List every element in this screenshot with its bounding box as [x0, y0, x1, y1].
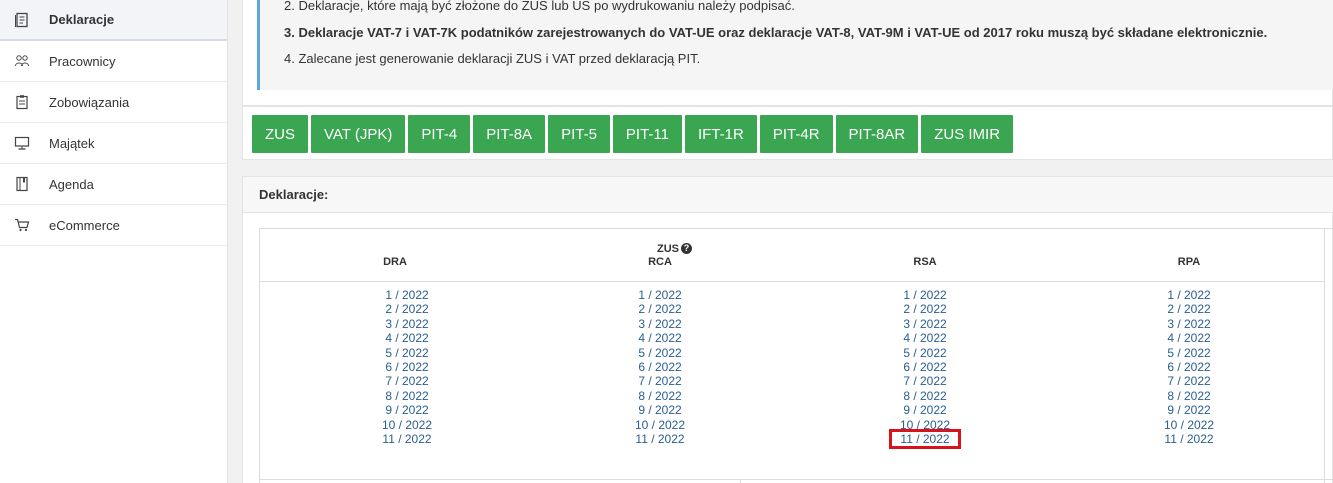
info-box: 2. Deklaracje, które mają być złożone do… — [257, 0, 1333, 90]
declaration-link[interactable]: 1 / 2022 — [865, 288, 985, 302]
declaration-link[interactable]: 9 / 2022 — [1129, 403, 1249, 417]
column-rca: 1 / 2022 2 / 2022 3 / 2022 4 / 2022 5 / … — [600, 288, 720, 446]
declaration-link[interactable]: 5 / 2022 — [865, 346, 985, 360]
sidebar-item-ecommerce[interactable]: eCommerce — [0, 205, 227, 246]
declaration-link[interactable]: 6 / 2022 — [600, 360, 720, 374]
pit-4-button[interactable]: PIT-4 — [408, 115, 471, 153]
declaration-link[interactable]: 5 / 2022 — [600, 346, 720, 360]
column-rpa: 1 / 2022 2 / 2022 3 / 2022 4 / 2022 5 / … — [1129, 288, 1249, 446]
column-rsa: 1 / 2022 2 / 2022 3 / 2022 4 / 2022 5 / … — [865, 288, 985, 450]
sidebar-item-agenda[interactable]: Agenda — [0, 164, 227, 205]
declarations-table: ZUS? DRA RCA RSA RPA 1 / 2022 2 / 2022 3… — [259, 228, 1333, 483]
info-line-3: 3. Deklaracje VAT-7 i VAT-7K podatników … — [284, 25, 1268, 40]
declaration-link[interactable]: 1 / 2022 — [347, 288, 467, 302]
document-icon — [12, 12, 32, 28]
sidebar: Deklaracje Pracownicy Zobowiązania Mająt… — [0, 0, 228, 483]
clipboard-icon — [12, 94, 32, 110]
declaration-link[interactable]: 8 / 2022 — [347, 389, 467, 403]
declaration-link[interactable]: 3 / 2022 — [347, 317, 467, 331]
info-line-2: 2. Deklaracje, które mają być złożone do… — [284, 0, 795, 13]
pit-5-button[interactable]: PIT-5 — [548, 115, 610, 153]
info-panel: 2. Deklaracje, które mają być złożone do… — [242, 0, 1333, 106]
declaration-link[interactable]: 10 / 2022 — [347, 418, 467, 432]
ift-1r-button[interactable]: IFT-1R — [685, 115, 757, 153]
sidebar-item-label: eCommerce — [49, 217, 120, 233]
declaration-link[interactable]: 6 / 2022 — [1129, 360, 1249, 374]
declaration-link[interactable]: 10 / 2022 — [1129, 418, 1249, 432]
declaration-link[interactable]: 1 / 2022 — [600, 288, 720, 302]
declaration-link[interactable]: 8 / 2022 — [1129, 389, 1249, 403]
sidebar-item-label: Agenda — [49, 176, 94, 192]
declaration-link[interactable]: 11 / 2022 — [1129, 432, 1249, 446]
declaration-link[interactable]: 9 / 2022 — [865, 403, 985, 417]
declaration-link[interactable]: 11 / 2022 — [347, 432, 467, 446]
declaration-link[interactable]: 2 / 2022 — [865, 302, 985, 316]
declaration-link[interactable]: 6 / 2022 — [865, 360, 985, 374]
declaration-link[interactable]: 2 / 2022 — [347, 302, 467, 316]
declaration-link[interactable]: 4 / 2022 — [1129, 331, 1249, 345]
declaration-link[interactable]: 5 / 2022 — [1129, 346, 1249, 360]
sidebar-item-label: Deklaracje — [49, 12, 115, 27]
declarations-panel: Deklaracje: ZUS? DRA RCA RSA RPA 1 / 202… — [242, 176, 1333, 483]
declaration-link[interactable]: 7 / 2022 — [347, 374, 467, 388]
column-header-dra: DRA — [383, 256, 407, 268]
declaration-link[interactable]: 3 / 2022 — [600, 317, 720, 331]
column-header-rpa: RPA — [1177, 256, 1201, 268]
zus-imir-button[interactable]: ZUS IMIR — [921, 115, 1014, 153]
declaration-type-toolbar: ZUS VAT (JPK) PIT-4 PIT-8A PIT-5 PIT-11 … — [242, 106, 1333, 160]
sidebar-item-majatek[interactable]: Majątek — [0, 123, 227, 164]
monitor-icon — [12, 135, 32, 151]
declaration-link[interactable]: 10 / 2022 — [865, 418, 985, 432]
column-header-rsa: RSA — [913, 256, 937, 268]
declaration-link[interactable]: 9 / 2022 — [600, 403, 720, 417]
column-header-rca: RCA — [648, 256, 672, 268]
zus-button[interactable]: ZUS — [252, 115, 308, 153]
vat-jpk-button[interactable]: VAT (JPK) — [311, 115, 406, 153]
highlighted-declaration-link[interactable]: 11 / 2022 — [889, 428, 961, 450]
declaration-link[interactable]: 5 / 2022 — [347, 346, 467, 360]
pit-8ar-button[interactable]: PIT-8AR — [835, 115, 919, 153]
declaration-link[interactable]: 3 / 2022 — [865, 317, 985, 331]
sidebar-item-label: Majątek — [49, 135, 95, 151]
info-line-4: 4. Zalecane jest generowanie deklaracji … — [284, 51, 701, 66]
users-icon — [12, 53, 32, 69]
declaration-link[interactable]: 7 / 2022 — [600, 374, 720, 388]
declaration-link[interactable]: 10 / 2022 — [600, 418, 720, 432]
declaration-link[interactable]: 1 / 2022 — [1129, 288, 1249, 302]
sidebar-item-zobowiazania[interactable]: Zobowiązania — [0, 82, 227, 123]
declarations-title: Deklaracje: — [243, 177, 1333, 213]
sidebar-item-deklaracje[interactable]: Deklaracje — [0, 0, 227, 41]
declaration-link[interactable]: 9 / 2022 — [347, 403, 467, 417]
declaration-link[interactable]: 2 / 2022 — [1129, 302, 1249, 316]
declaration-link[interactable]: 7 / 2022 — [865, 374, 985, 388]
declaration-link[interactable]: 8 / 2022 — [600, 389, 720, 403]
declaration-link[interactable]: 2 / 2022 — [600, 302, 720, 316]
sidebar-item-label: Zobowiązania — [49, 94, 130, 110]
help-icon[interactable]: ? — [681, 243, 692, 254]
pit-4r-button[interactable]: PIT-4R — [759, 115, 833, 153]
declaration-link[interactable]: 4 / 2022 — [600, 331, 720, 345]
sidebar-item-pracownicy[interactable]: Pracownicy — [0, 41, 227, 82]
notebook-icon — [12, 176, 32, 192]
declaration-link[interactable]: 3 / 2022 — [1129, 317, 1249, 331]
column-dra: 1 / 2022 2 / 2022 3 / 2022 4 / 2022 5 / … — [347, 288, 467, 446]
declaration-link[interactable]: 11 / 2022 — [600, 432, 720, 446]
cart-icon — [12, 217, 32, 233]
declaration-link[interactable]: 7 / 2022 — [1129, 374, 1249, 388]
sidebar-item-label: Pracownicy — [49, 53, 116, 69]
declaration-link[interactable]: 8 / 2022 — [865, 389, 985, 403]
group-header-zus: ZUS — [657, 243, 679, 255]
pit-8a-button[interactable]: PIT-8A — [473, 115, 546, 153]
declaration-link[interactable]: 6 / 2022 — [347, 360, 467, 374]
pit-11-button[interactable]: PIT-11 — [612, 115, 682, 153]
declaration-link[interactable]: 4 / 2022 — [347, 331, 467, 345]
declaration-link[interactable]: 4 / 2022 — [865, 331, 985, 345]
